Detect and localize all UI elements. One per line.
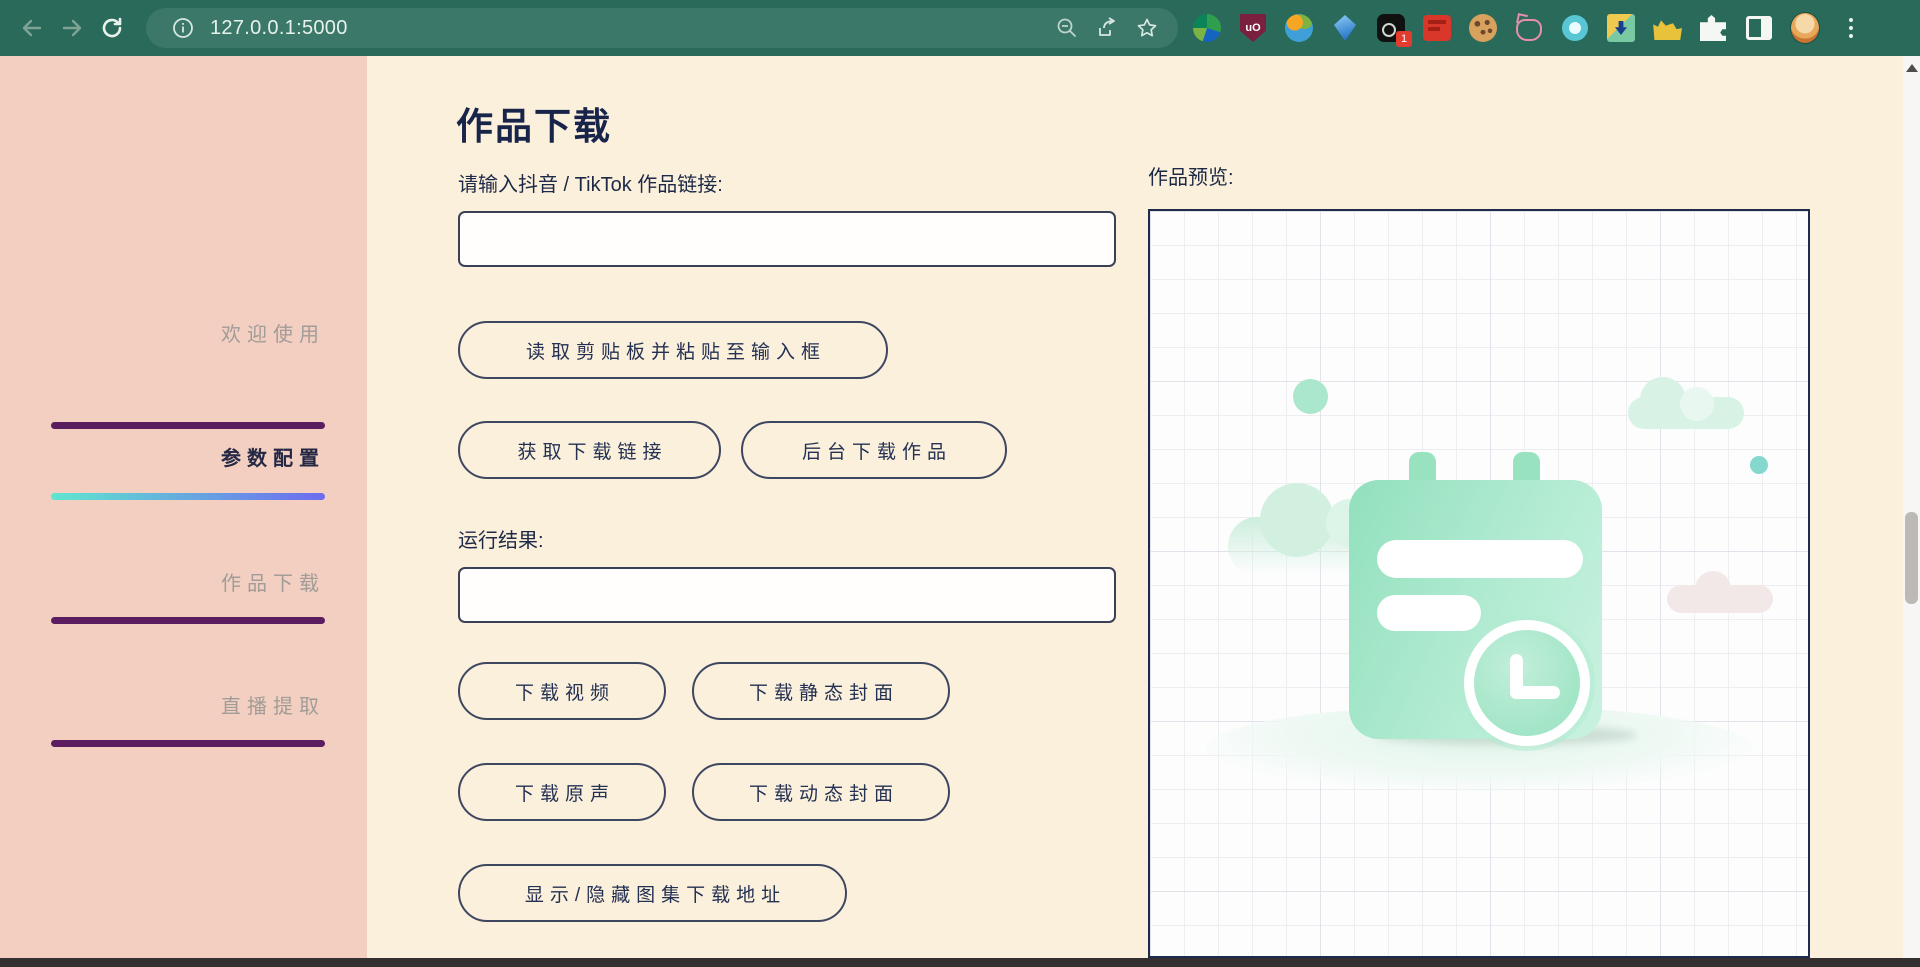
browser-toolbar: 127.0.0.1:5000 uO 1	[0, 0, 1920, 56]
download-video-button[interactable]: 下载视频	[458, 662, 666, 720]
screen-bottom-edge	[0, 958, 1920, 967]
decor-circle	[1293, 379, 1328, 414]
preview-canvas	[1148, 209, 1810, 958]
page-title: 作品下载	[456, 96, 612, 150]
download-dynamic-cover-button[interactable]: 下载动态封面	[692, 763, 950, 821]
share-icon[interactable]	[1090, 11, 1124, 45]
dark-panel-extension-icon[interactable]: 1	[1376, 13, 1406, 43]
preview-label: 作品预览:	[1148, 161, 1234, 190]
yellow-cat-extension-icon[interactable]	[1652, 13, 1682, 43]
decor-dot	[1750, 456, 1768, 474]
reload-icon[interactable]	[92, 8, 132, 48]
cloud-icon	[1628, 397, 1744, 429]
result-label: 运行结果:	[458, 524, 544, 553]
ublock-extension-icon[interactable]: uO	[1238, 13, 1268, 43]
menu-kebab-icon[interactable]	[1836, 13, 1866, 43]
scrollbar-thumb[interactable]	[1905, 512, 1918, 604]
side-panel-icon[interactable]	[1744, 13, 1774, 43]
clock-icon	[1464, 620, 1590, 746]
calendar-text-bar	[1377, 540, 1583, 578]
page-scrollbar[interactable]	[1903, 56, 1920, 958]
red-reader-extension-icon[interactable]	[1422, 13, 1452, 43]
download-audio-button[interactable]: 下载原声	[458, 763, 666, 821]
extension-badge: 1	[1396, 31, 1412, 47]
sidebar-nav: 欢迎使用 参数配置 作品下载 直播提取	[0, 56, 367, 958]
toggle-gallery-urls-button[interactable]: 显示/隐藏图集下载地址	[458, 864, 847, 922]
link-input[interactable]	[458, 211, 1116, 267]
sidebar-divider	[51, 422, 325, 429]
back-icon[interactable]	[12, 8, 52, 48]
scroll-up-arrow-icon[interactable]	[1906, 64, 1918, 72]
bookmark-star-icon[interactable]	[1130, 11, 1164, 45]
download-static-cover-button[interactable]: 下载静态封面	[692, 662, 950, 720]
sidebar-item-config[interactable]: 参数配置	[45, 442, 325, 471]
profile-avatar[interactable]	[1790, 13, 1820, 43]
sidebar-item-live[interactable]: 直播提取	[45, 690, 325, 719]
sidebar-divider	[51, 740, 325, 747]
forward-icon[interactable]	[52, 8, 92, 48]
result-input[interactable]	[458, 567, 1116, 623]
downloader-extension-icon[interactable]	[1606, 13, 1636, 43]
fishbowl-extension-icon[interactable]	[1284, 13, 1314, 43]
extensions-row: uO 1	[1192, 13, 1866, 43]
sidebar-item-download[interactable]: 作品下载	[45, 567, 325, 596]
clock-hand	[1510, 686, 1560, 699]
zoom-out-icon[interactable]	[1050, 11, 1084, 45]
puzzle-extensions-icon[interactable]	[1698, 13, 1728, 43]
url-text: 127.0.0.1:5000	[210, 17, 1044, 40]
read-clipboard-button[interactable]: 读取剪贴板并粘贴至输入框	[458, 321, 888, 379]
blue-gem-extension-icon[interactable]	[1330, 13, 1360, 43]
site-info-icon[interactable]	[166, 11, 200, 45]
address-bar[interactable]: 127.0.0.1:5000	[146, 8, 1178, 48]
cat-extension-icon[interactable]	[1514, 13, 1544, 43]
sidebar-divider	[51, 617, 325, 624]
idm-extension-icon[interactable]	[1192, 13, 1222, 43]
get-download-link-button[interactable]: 获取下载链接	[458, 421, 721, 479]
sidebar-active-indicator	[51, 493, 325, 500]
sidebar-item-welcome[interactable]: 欢迎使用	[45, 318, 325, 347]
link-input-label: 请输入抖音 / TikTok 作品链接:	[458, 168, 723, 197]
background-download-button[interactable]: 后台下载作品	[741, 421, 1007, 479]
cloud-icon	[1667, 585, 1773, 613]
teal-ring-extension-icon[interactable]	[1560, 13, 1590, 43]
calendar-text-bar	[1377, 595, 1481, 631]
cookie-extension-icon[interactable]	[1468, 13, 1498, 43]
